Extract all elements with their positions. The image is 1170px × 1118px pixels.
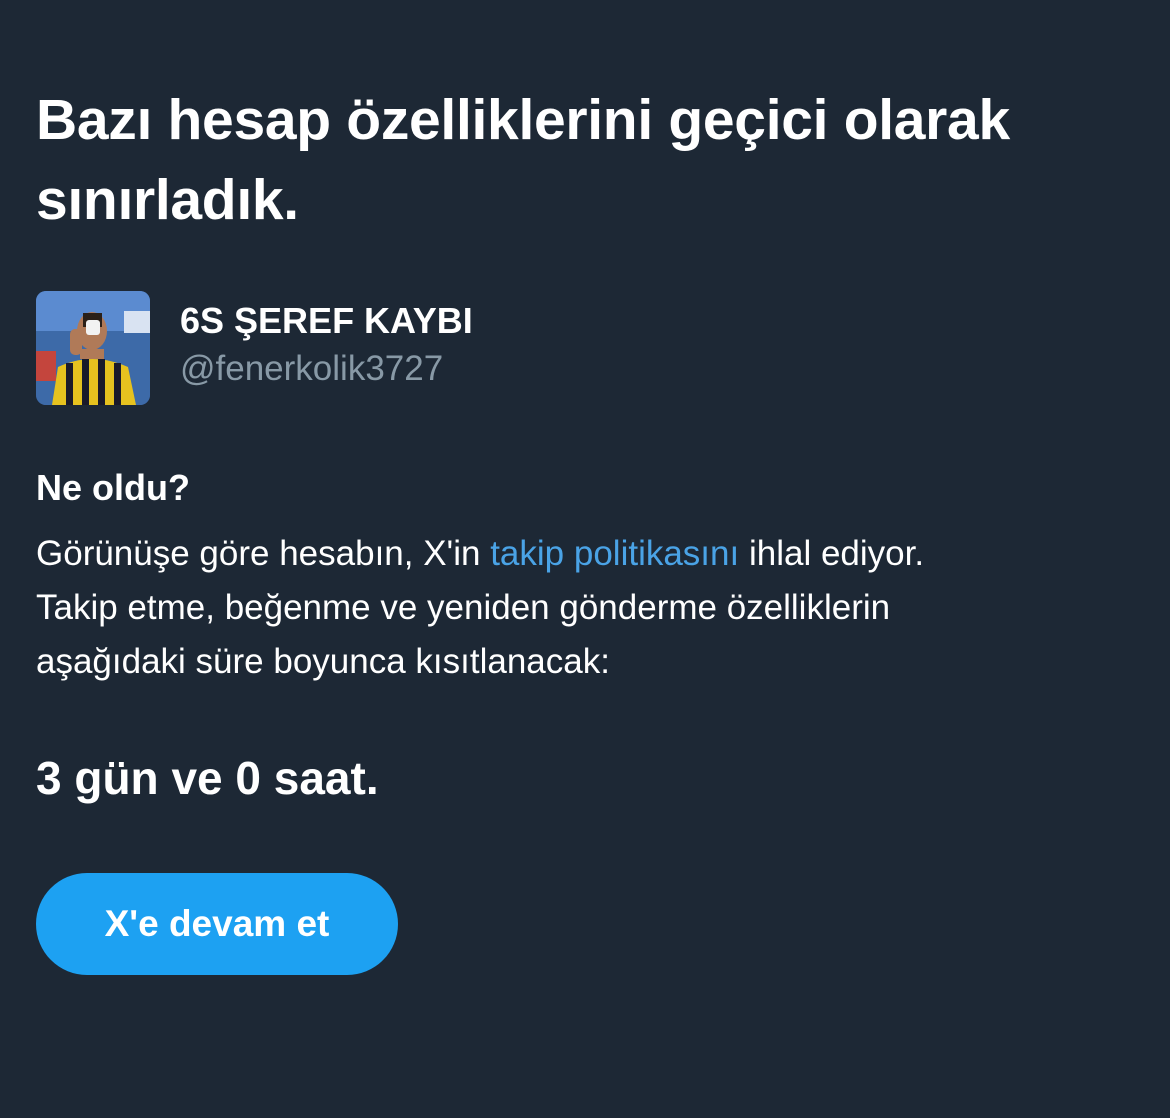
description-line-1: Görünüşe göre hesabın, X'in takip politi… xyxy=(36,527,1146,581)
display-name: 6S ŞEREF KAYBI xyxy=(180,300,473,341)
description-line-3: aşağıdaki süre boyunca kısıtlanacak: xyxy=(36,642,610,681)
account-card: 6S ŞEREF KAYBI @fenerkolik3727 xyxy=(36,291,736,405)
description-text: Görünüşe göre hesabın, X'in takip politi… xyxy=(36,527,1146,689)
follow-policy-link[interactable]: takip politikasını xyxy=(490,534,739,573)
avatar xyxy=(36,291,150,405)
restriction-duration: 3 gün ve 0 saat. xyxy=(36,752,379,804)
description-lead-text: Görünüşe göre hesabın, X'in xyxy=(36,534,491,573)
description-line-2: Takip etme, beğenme ve yeniden gönderme … xyxy=(36,588,891,627)
account-handle: @fenerkolik3727 xyxy=(180,349,444,388)
page-title: Bazı hesap özelliklerini geçici olarak s… xyxy=(36,88,1010,232)
profile-photo-icon xyxy=(36,291,150,405)
continue-button[interactable]: X'e devam et xyxy=(36,873,398,975)
description-tail-text: ihlal ediyor. xyxy=(739,534,925,573)
section-heading: Ne oldu? xyxy=(36,467,190,508)
